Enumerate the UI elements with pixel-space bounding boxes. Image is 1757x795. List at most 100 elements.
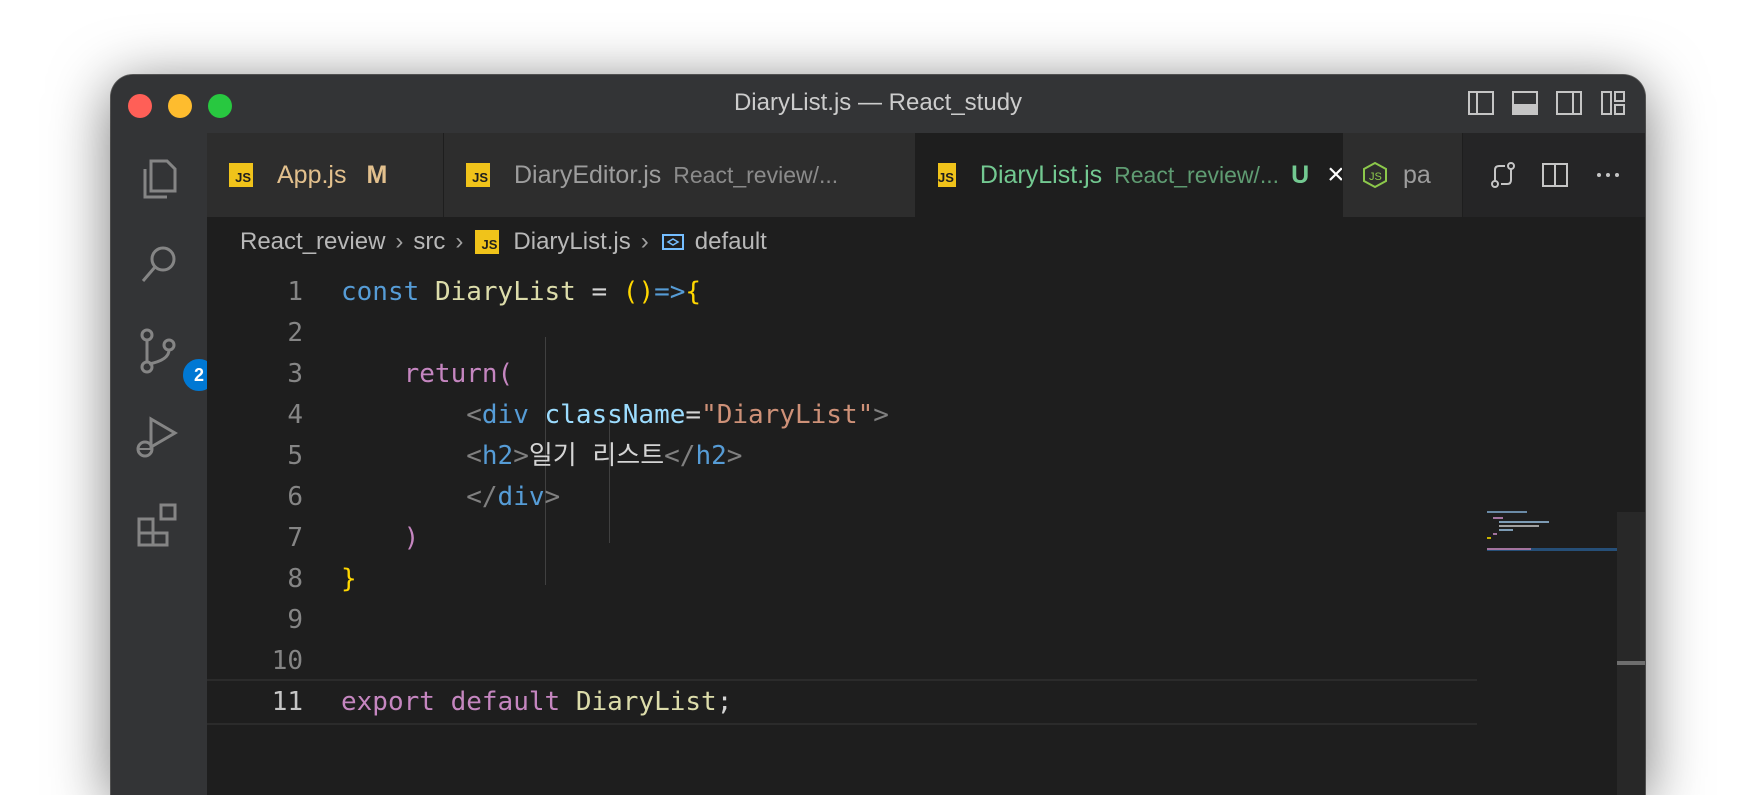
code-editor[interactable]: 1 const DiaryList = ()=>{2 3 return(4 <div… [207,267,1645,795]
line-number: 10 [271,646,303,676]
line-number: 5 [287,441,303,471]
code-token: } [341,564,357,594]
customize-layout-icon[interactable] [1599,89,1627,117]
code-text: <div className="DiaryList"> [341,392,889,438]
code-token: = [685,400,702,430]
line-number: 4 [287,400,303,430]
extensions-icon[interactable] [133,497,185,549]
tab-label: App.js [277,160,347,189]
symbol-variable-icon [661,234,684,250]
title-bar: DiaryList.js — React_study [111,75,1645,134]
window-title: DiaryList.js — React_study [733,89,1023,116]
more-actions-icon[interactable] [1593,160,1623,190]
toggle-primary-sidebar-icon[interactable] [1467,89,1495,117]
code-line[interactable]: 4 <div className="DiaryList"> [207,392,1477,438]
js-file-icon: JS [466,163,490,187]
code-token: ) [403,523,420,553]
tab-app-js[interactable]: JS App.js M [207,133,444,217]
code-token: < [466,441,482,471]
code-token: < [466,400,482,430]
line-number: 6 [287,482,303,512]
tab-label: DiaryList.js [979,160,1103,189]
code-line[interactable]: 9 [207,597,1477,643]
code-line[interactable]: 10 [207,638,1477,684]
open-changes-icon[interactable] [1488,160,1518,190]
breadcrumb-folder[interactable]: React_review [240,228,385,256]
run-and-debug-icon[interactable] [133,411,185,463]
activity-bar: 2 [111,133,217,795]
code-token: const [341,277,420,307]
code-text: } [341,556,357,602]
chevron-right-icon: › [395,228,404,255]
code-line[interactable]: 8} [207,556,1477,602]
code-text: export default DiaryList; [341,681,732,723]
nodejs-icon: JS [1363,161,1387,189]
split-editor-icon[interactable] [1540,160,1570,190]
code-line[interactable]: 5 <h2>일기 리스트</h2> [207,433,1477,479]
tab-diary-list-js[interactable]: JS DiaryList.js React_review/... U × [916,133,1343,217]
line-number: 3 [287,359,303,389]
tab-description: React_review/... [1114,161,1280,188]
tab-package-json[interactable]: JS pa [1343,133,1463,217]
tab-description: React_review/... [673,161,839,188]
code-token: return [403,359,498,389]
code-token: > [544,482,561,512]
tab-untracked-mark: U [1291,160,1310,189]
svg-text:JS: JS [1369,171,1382,183]
toggle-secondary-sidebar-icon[interactable] [1555,89,1583,117]
code-token: div [481,400,529,430]
layout-controls [1467,89,1627,117]
code-text: return( [341,351,514,397]
code-token: = [575,277,623,307]
code-token: DiaryList [434,277,576,307]
explorer-icon[interactable] [133,153,185,205]
line-number: 1 [287,277,303,307]
code-token: ; [716,687,733,717]
js-file-icon: JS [938,163,956,187]
code-token: > [873,400,889,430]
code-token: h2 [481,441,514,471]
source-control-icon[interactable]: 2 [133,325,217,393]
code-line[interactable]: 7 ) [207,515,1477,561]
minimap[interactable] [1487,509,1617,559]
code-token: h2 [695,441,727,471]
js-file-icon: JS [229,163,253,187]
scrollbar-cursor-marker [1617,661,1645,665]
code-token: () [622,277,655,307]
search-icon[interactable] [133,239,185,291]
vertical-scrollbar[interactable] [1617,512,1645,795]
code-line[interactable]: 11 export default DiaryList; [207,679,1477,725]
breadcrumb: React_review › src › JS DiaryList.js › d… [207,217,1645,267]
js-file-icon: JS [475,230,500,254]
code-text: const DiaryList = ()=>{ [341,269,701,315]
code-token: default [450,687,561,717]
code-line[interactable]: 6 </div> [207,474,1477,520]
code-text: </div> [341,474,560,520]
editor-actions [1465,133,1645,217]
breadcrumb-symbol[interactable]: default [695,228,767,256]
breadcrumb-folder[interactable]: src [413,228,445,256]
code-text: ) [341,515,420,561]
chevron-right-icon: › [640,228,649,255]
breadcrumb-file[interactable]: DiaryList.js [513,228,630,256]
code-token: ( [497,359,514,389]
code-line[interactable]: 2 [207,310,1477,356]
code-token: export [341,687,435,717]
code-token: "DiaryList" [701,400,874,430]
code-line[interactable]: 1 const DiaryList = ()=>{ [207,269,1477,315]
code-token: => [654,277,686,307]
code-token: 일기 리스트 [528,441,665,471]
toggle-panel-icon[interactable] [1511,89,1539,117]
code-token: { [685,277,702,307]
tab-label: DiaryEditor.js [514,160,662,189]
close-tab-icon[interactable]: × [1327,158,1342,192]
code-token: DiaryList [575,687,717,717]
code-line[interactable]: 3 return( [207,351,1477,397]
line-number: 11 [271,687,303,717]
tab-diary-editor-js[interactable]: JS DiaryEditor.js React_review/... [444,133,916,217]
